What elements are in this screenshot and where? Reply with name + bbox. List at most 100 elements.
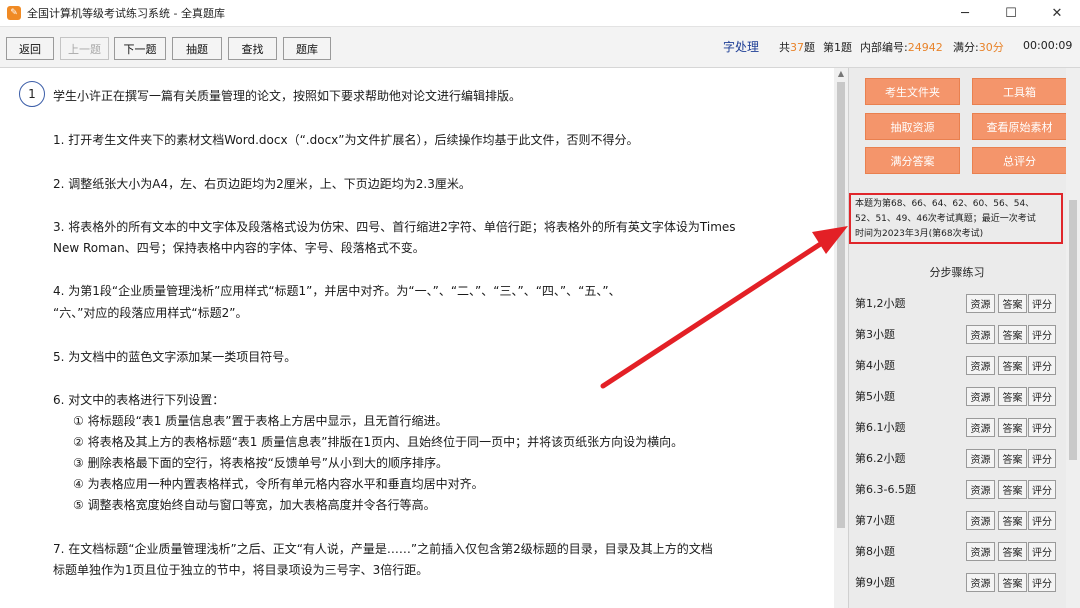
- total-count: 37: [790, 41, 804, 54]
- question-number-badge: 1: [19, 81, 45, 107]
- full-score-value: 30分: [978, 41, 1004, 54]
- step-row: 第8小题 资源 答案 评分: [848, 535, 1066, 566]
- step-score-button[interactable]: 评分: [1028, 449, 1056, 468]
- full-score: 满分:30分: [953, 39, 1004, 55]
- scroll-up-icon[interactable]: ▲: [834, 68, 848, 80]
- step-resource-button[interactable]: 资源: [966, 418, 995, 437]
- step-resource-button[interactable]: 资源: [966, 511, 995, 530]
- app-window: ✎ 全国计算机等级考试练习系统 - 全真题库 ─ ☐ ✕ 返回 上一题 下一题 …: [0, 0, 1080, 608]
- step-label: 第6.1小题: [855, 421, 906, 434]
- step-answer-button[interactable]: 答案: [998, 449, 1027, 468]
- step-row: 第6.1小题 资源 答案 评分: [848, 411, 1066, 442]
- step-resource-button[interactable]: 资源: [966, 387, 995, 406]
- question-item: “六、”对应的段落应用样式“标题2”。: [53, 306, 248, 320]
- step-resource-button[interactable]: 资源: [966, 325, 995, 344]
- question-item: 2. 调整纸张大小为A4，左、右页边距均为2厘米，上、下页边距均为2.3厘米。: [53, 177, 471, 191]
- extract-resources-button[interactable]: 抽取资源: [865, 113, 960, 140]
- candidate-folder-button[interactable]: 考生文件夹: [865, 78, 960, 105]
- step-label: 第8小题: [855, 545, 895, 558]
- back-button[interactable]: 返回: [6, 37, 54, 60]
- history-line: 时间为2023年3月(第68次考试): [855, 229, 984, 239]
- question-item: New Roman、四号；保持表格中内容的字体、字号、段落格式不变。: [53, 241, 425, 255]
- toolbar: 返回 上一题 下一题 抽题 查找 题库 字处理 共37题 第1题 内部编号:24…: [0, 26, 1080, 68]
- full-answer-button[interactable]: 满分答案: [865, 147, 960, 174]
- total-score-button[interactable]: 总评分: [972, 147, 1067, 174]
- step-score-button[interactable]: 评分: [1028, 480, 1056, 499]
- step-answer-button[interactable]: 答案: [998, 511, 1027, 530]
- step-answer-button[interactable]: 答案: [998, 480, 1027, 499]
- step-answer-button[interactable]: 答案: [998, 294, 1027, 313]
- step-answer-button[interactable]: 答案: [998, 387, 1027, 406]
- full-score-label: 满分:: [953, 41, 979, 54]
- toolbox-button[interactable]: 工具箱: [972, 78, 1067, 105]
- step-answer-button[interactable]: 答案: [998, 542, 1027, 561]
- window-title: 全国计算机等级考试练习系统 - 全真题库: [27, 7, 225, 20]
- step-row: 第5小题 资源 答案 评分: [848, 380, 1066, 411]
- question-item: 标题单独作为1页且位于独立的节中，将目录项设为三号字、3倍行距。: [53, 563, 429, 577]
- step-score-button[interactable]: 评分: [1028, 325, 1056, 344]
- step-label: 第7小题: [855, 514, 895, 527]
- total-prefix: 共: [779, 41, 790, 54]
- question-pane: 1 学生小许正在撰写一篇有关质量管理的论文，按照如下要求帮助他对论文进行编辑排版…: [0, 68, 834, 608]
- step-resource-button[interactable]: 资源: [966, 480, 995, 499]
- step-label: 第3小题: [855, 328, 895, 341]
- scrollbar-thumb[interactable]: [837, 82, 845, 528]
- step-resource-button[interactable]: 资源: [966, 573, 995, 592]
- step-score-button[interactable]: 评分: [1028, 356, 1056, 375]
- history-line: 本题为第68、66、64、62、60、56、54、: [855, 199, 1035, 209]
- step-resource-button[interactable]: 资源: [966, 356, 995, 375]
- question-subitem: ① 将标题段“表1 质量信息表”置于表格上方居中显示，且无首行缩进。: [73, 414, 448, 428]
- panel-scrollbar[interactable]: [1066, 68, 1080, 608]
- maximize-button[interactable]: ☐: [988, 0, 1034, 26]
- step-answer-button[interactable]: 答案: [998, 356, 1027, 375]
- minimize-button[interactable]: ─: [942, 0, 988, 26]
- step-label: 第6.2小题: [855, 452, 906, 465]
- step-answer-button[interactable]: 答案: [998, 418, 1027, 437]
- step-resource-button[interactable]: 资源: [966, 542, 995, 561]
- timer: 00:00:09: [1023, 39, 1073, 52]
- total-questions: 共37题: [779, 39, 815, 55]
- step-answer-button[interactable]: 答案: [998, 573, 1027, 592]
- question-scrollbar[interactable]: ▲: [834, 68, 848, 608]
- step-row: 第1,2小题 资源 答案 评分: [848, 287, 1066, 318]
- search-button[interactable]: 查找: [228, 37, 277, 60]
- question-subitem: ③ 删除表格最下面的空行，将表格按“反馈单号”从小到大的顺序排序。: [73, 456, 449, 470]
- history-line: 52、51、49、46次考试真题；最近一次考试: [855, 214, 1036, 224]
- app-icon: ✎: [7, 6, 21, 20]
- question-item: 5. 为文档中的蓝色文字添加某一类项目符号。: [53, 350, 297, 364]
- step-resource-button[interactable]: 资源: [966, 449, 995, 468]
- step-score-button[interactable]: 评分: [1028, 387, 1056, 406]
- panel-scrollbar-thumb[interactable]: [1069, 200, 1077, 460]
- step-score-button[interactable]: 评分: [1028, 511, 1056, 530]
- step-score-button[interactable]: 评分: [1028, 573, 1056, 592]
- question-bank-button[interactable]: 题库: [283, 37, 331, 60]
- step-row: 第7小题 资源 答案 评分: [848, 504, 1066, 535]
- step-practice-title: 分步骤练习: [929, 266, 985, 279]
- step-row: 第6.3-6.5题 资源 答案 评分: [848, 473, 1066, 504]
- view-original-material-button[interactable]: 查看原始素材: [972, 113, 1067, 140]
- next-question-button[interactable]: 下一题: [114, 37, 166, 60]
- question-intro: 学生小许正在撰写一篇有关质量管理的论文，按照如下要求帮助他对论文进行编辑排版。: [53, 89, 522, 103]
- step-row: 第6.2小题 资源 答案 评分: [848, 442, 1066, 473]
- step-label: 第4小题: [855, 359, 895, 372]
- prev-question-button[interactable]: 上一题: [60, 37, 109, 60]
- title-bar: ✎ 全国计算机等级考试练习系统 - 全真题库 ─ ☐ ✕: [0, 0, 1080, 26]
- question-item: 6. 对文中的表格进行下列设置：: [53, 393, 225, 407]
- step-score-button[interactable]: 评分: [1028, 294, 1056, 313]
- close-button[interactable]: ✕: [1034, 0, 1080, 26]
- question-item: 3. 将表格外的所有文本的中文字体及段落格式设为仿宋、四号、首行缩进2字符、单倍…: [53, 220, 736, 234]
- step-label: 第1,2小题: [855, 297, 906, 310]
- exam-history-note: 本题为第68、66、64、62、60、56、54、 52、51、49、46次考试…: [849, 193, 1063, 244]
- step-resource-button[interactable]: 资源: [966, 294, 995, 313]
- step-row: 第3小题 资源 答案 评分: [848, 318, 1066, 349]
- step-row: 第4小题 资源 答案 评分: [848, 349, 1066, 380]
- draw-question-button[interactable]: 抽题: [172, 37, 222, 60]
- internal-id: 内部编号:24942: [860, 39, 943, 55]
- step-label: 第6.3-6.5题: [855, 483, 916, 496]
- step-answer-button[interactable]: 答案: [998, 325, 1027, 344]
- total-suffix: 题: [804, 41, 815, 54]
- window-controls: ─ ☐ ✕: [942, 0, 1080, 26]
- question-subitem: ② 将表格及其上方的表格标题“表1 质量信息表”排版在1页内、且始终位于同一页中…: [73, 435, 684, 449]
- step-score-button[interactable]: 评分: [1028, 418, 1056, 437]
- step-score-button[interactable]: 评分: [1028, 542, 1056, 561]
